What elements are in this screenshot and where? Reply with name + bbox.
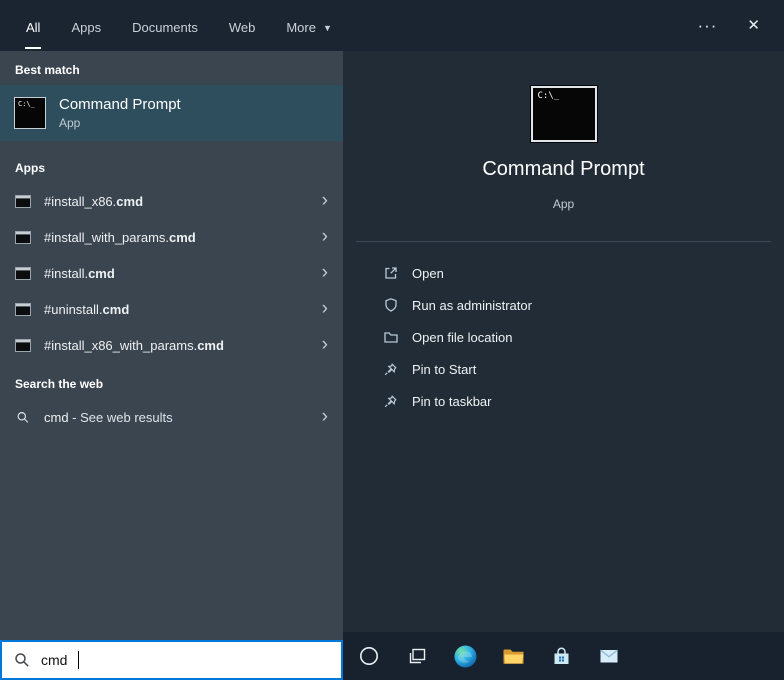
chevron-right-icon[interactable]: › bbox=[322, 407, 328, 428]
tab-documents[interactable]: Documents bbox=[131, 0, 199, 51]
store-icon bbox=[554, 647, 568, 664]
mail-button[interactable] bbox=[585, 632, 633, 680]
chevron-right-icon[interactable]: › bbox=[322, 263, 328, 284]
preview-title: Command Prompt bbox=[482, 158, 645, 180]
folder-icon bbox=[384, 332, 398, 343]
edge-icon bbox=[454, 645, 476, 667]
best-match-item[interactable]: C:\_ Command Prompt App bbox=[0, 85, 343, 141]
store-button[interactable] bbox=[537, 632, 585, 680]
more-options-icon[interactable]: ··· bbox=[697, 17, 717, 34]
cmd-file-icon bbox=[15, 230, 31, 244]
filter-tabs: All Apps Documents Web More ▼ bbox=[0, 0, 332, 51]
search-web-header: Search the web bbox=[15, 377, 104, 391]
chevron-right-icon[interactable]: › bbox=[322, 191, 328, 212]
app-result-item[interactable]: #uninstall.cmd › bbox=[0, 291, 343, 327]
action-pin-to-taskbar[interactable]: Pin to taskbar bbox=[383, 385, 784, 417]
task-view-icon bbox=[409, 648, 426, 664]
action-open[interactable]: Open bbox=[383, 257, 784, 289]
action-list: Open Run as administrator Open file loca… bbox=[343, 242, 784, 417]
file-explorer-icon bbox=[503, 649, 523, 664]
best-match-title: Command Prompt bbox=[59, 96, 181, 113]
chevron-right-icon[interactable]: › bbox=[322, 335, 328, 356]
taskbar bbox=[343, 632, 784, 680]
action-open-file-location[interactable]: Open file location bbox=[383, 321, 784, 353]
app-result-item[interactable]: #install_x86_with_params.cmd › bbox=[0, 327, 343, 363]
close-icon[interactable]: ✕ bbox=[747, 18, 760, 33]
app-result-item[interactable]: #install.cmd › bbox=[0, 255, 343, 291]
chevron-right-icon[interactable]: › bbox=[322, 299, 328, 320]
search-input[interactable]: cmd bbox=[0, 640, 343, 680]
preview-subtitle: App bbox=[552, 197, 575, 211]
search-input-value: cmd bbox=[41, 652, 68, 668]
command-prompt-icon: C:\_ bbox=[14, 97, 46, 129]
best-match-subtitle: App bbox=[59, 116, 81, 130]
mail-icon bbox=[600, 649, 618, 663]
search-icon bbox=[15, 653, 29, 667]
cortana-icon bbox=[360, 647, 378, 665]
preview-panel: C:\_ Command Prompt App Open Run as admi… bbox=[343, 51, 784, 632]
search-icon bbox=[17, 411, 29, 423]
cmd-file-icon bbox=[15, 266, 31, 280]
chevron-right-icon[interactable]: › bbox=[322, 227, 328, 248]
cmd-file-icon bbox=[15, 302, 31, 316]
cortana-button[interactable] bbox=[345, 632, 393, 680]
tab-web[interactable]: Web bbox=[228, 0, 257, 51]
web-result-item[interactable]: cmd - See web results › bbox=[0, 399, 343, 435]
action-pin-to-start[interactable]: Pin to Start bbox=[383, 353, 784, 385]
shield-icon bbox=[385, 298, 397, 312]
action-run-as-administrator[interactable]: Run as administrator bbox=[383, 289, 784, 321]
best-match-header: Best match bbox=[15, 63, 80, 77]
search-results-panel: Best match C:\_ Command Prompt App Apps … bbox=[0, 51, 343, 640]
open-icon bbox=[385, 267, 397, 279]
cmd-file-icon bbox=[15, 194, 31, 208]
app-result-item[interactable]: #install_with_params.cmd › bbox=[0, 219, 343, 255]
tab-more[interactable]: More ▼ bbox=[285, 0, 332, 51]
pin-icon bbox=[384, 395, 397, 408]
pin-icon bbox=[384, 363, 397, 376]
chevron-down-icon: ▼ bbox=[322, 22, 332, 33]
task-view-button[interactable] bbox=[393, 632, 441, 680]
file-explorer-button[interactable] bbox=[489, 632, 537, 680]
tab-apps[interactable]: Apps bbox=[70, 0, 102, 51]
text-caret bbox=[78, 651, 80, 669]
tab-all[interactable]: All bbox=[25, 0, 42, 51]
command-prompt-icon-large: C:\_ bbox=[530, 86, 597, 142]
edge-button[interactable] bbox=[441, 632, 489, 680]
search-filter-bar: All Apps Documents Web More ▼ ··· ✕ bbox=[0, 0, 784, 51]
apps-header: Apps bbox=[15, 161, 45, 175]
app-result-item[interactable]: #install_x86.cmd › bbox=[0, 183, 343, 219]
cmd-file-icon bbox=[15, 338, 31, 352]
